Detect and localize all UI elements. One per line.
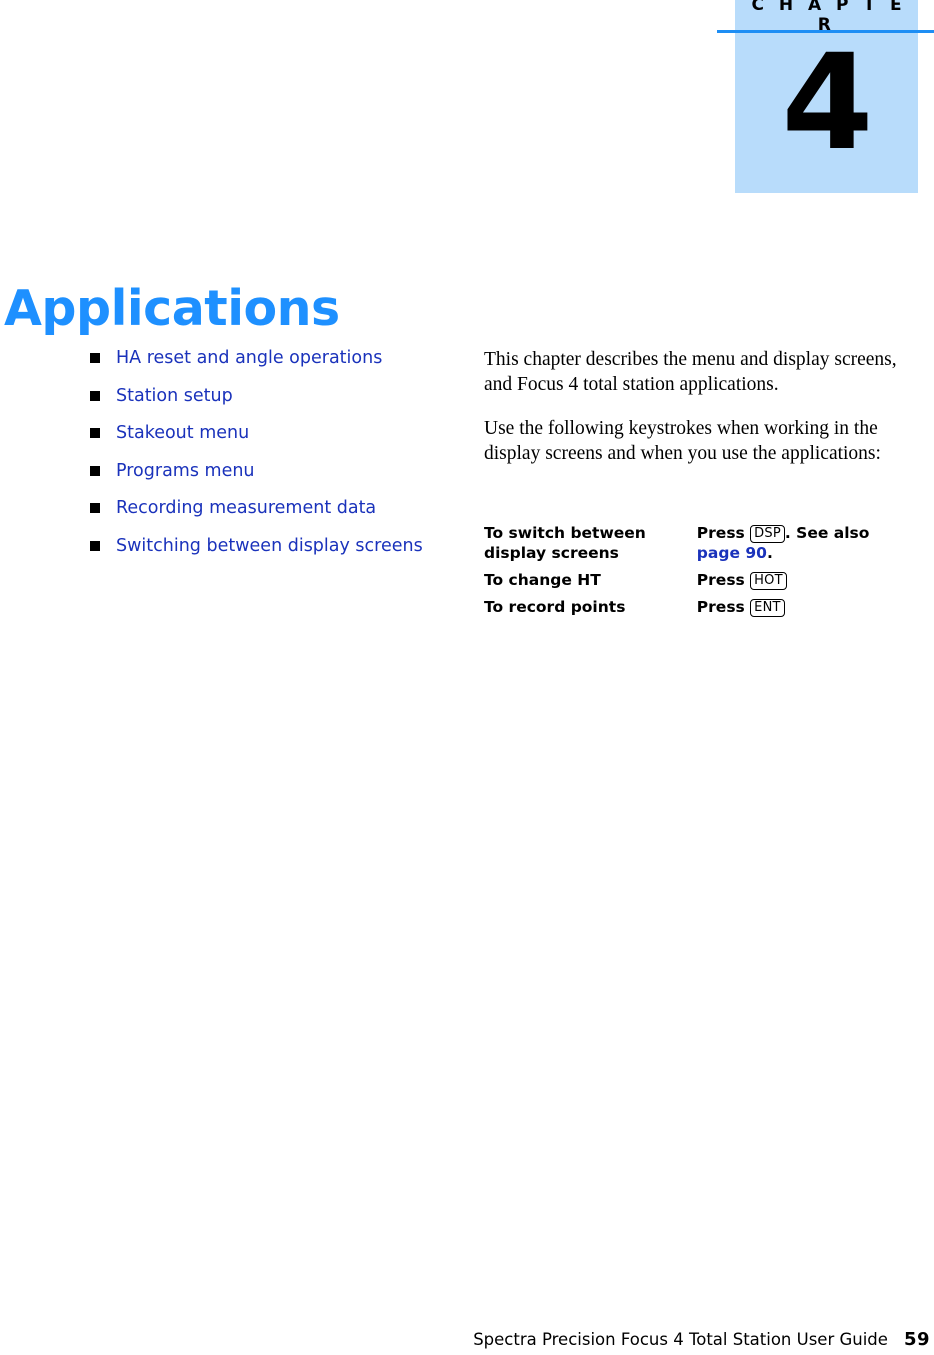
- square-bullet-icon: [90, 353, 100, 363]
- list-item[interactable]: HA reset and angle operations: [88, 346, 448, 371]
- chapter-number: 4: [781, 26, 874, 180]
- keystroke-instruction: Press DSP. See also page 90.: [697, 523, 904, 570]
- list-item[interactable]: Switching between display screens: [88, 534, 448, 559]
- keystroke-table: To switch between display screens Press …: [484, 523, 904, 624]
- table-row: To change HT Press HOT: [484, 570, 904, 597]
- press-label: Press: [696, 571, 745, 589]
- toc-link-label: Switching between display screens: [116, 535, 423, 556]
- page-title: Applications: [4, 279, 340, 337]
- key-cap-hot[interactable]: HOT: [750, 572, 787, 590]
- page-reference-link[interactable]: page 90: [697, 544, 767, 562]
- intro-paragraph-2-container: Use the following keystrokes when workin…: [484, 417, 908, 466]
- table-row: To switch between display screens Press …: [484, 523, 904, 570]
- list-item[interactable]: Programs menu: [88, 459, 448, 484]
- keystroke-action: To switch between display screens: [484, 524, 646, 562]
- list-item[interactable]: Station setup: [88, 384, 448, 409]
- intro-paragraph-1-container: This chapter describes the menu and disp…: [484, 348, 908, 397]
- keystroke-instruction: Press HOT: [697, 570, 904, 597]
- square-bullet-icon: [90, 465, 100, 476]
- press-label: Press: [696, 524, 745, 542]
- chapter-contents-list: HA reset and angle operations Station se…: [88, 346, 448, 571]
- key-cap-ent[interactable]: ENT: [750, 599, 785, 617]
- toc-link-label: Station setup: [116, 385, 233, 406]
- square-bullet-icon: [90, 540, 100, 551]
- intro-paragraph-1: This chapter describes the menu and disp…: [484, 349, 897, 395]
- keystroke-instruction: Press ENT: [697, 597, 904, 624]
- list-item[interactable]: Stakeout menu: [88, 421, 448, 446]
- square-bullet-icon: [90, 428, 100, 438]
- list-item[interactable]: Recording measurement data: [88, 496, 448, 521]
- square-bullet-icon: [90, 390, 100, 401]
- table-row: To record points Press ENT: [484, 597, 904, 624]
- toc-link-label: Recording measurement data: [116, 498, 377, 518]
- keystroke-action: To record points: [484, 598, 626, 616]
- square-bullet-icon: [90, 503, 100, 513]
- toc-link-label: Programs menu: [116, 460, 255, 481]
- toc-link-label: Stakeout menu: [116, 423, 250, 443]
- keystroke-action: To change HT: [484, 571, 601, 589]
- press-label: Press: [696, 598, 745, 616]
- instruction-suffix-end: .: [766, 544, 773, 562]
- toc-link-label: HA reset and angle operations: [116, 348, 383, 368]
- footer-page-number: 59: [903, 1329, 930, 1350]
- instruction-suffix: . See also: [784, 524, 870, 542]
- page-footer: Spectra Precision Focus 4 Total Station …: [0, 1329, 930, 1350]
- footer-document-title: Spectra Precision Focus 4 Total Station …: [473, 1330, 888, 1349]
- key-cap-dsp[interactable]: DSP: [750, 525, 785, 543]
- intro-paragraph-2: Use the following keystrokes when workin…: [484, 418, 881, 464]
